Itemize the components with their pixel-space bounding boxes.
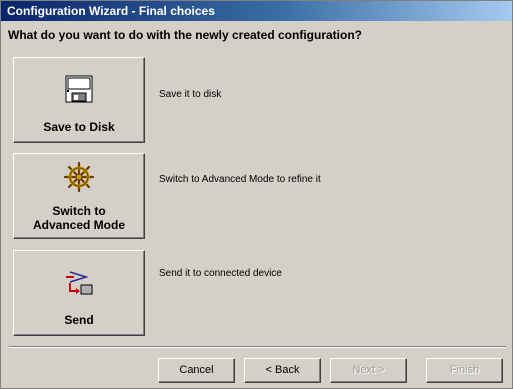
save-to-disk-button[interactable]: Save to Disk [13,57,145,143]
window-title: Configuration Wizard - Final choices [1,1,512,21]
send-label-text: Send [64,313,94,327]
cancel-button[interactable]: Cancel [158,358,235,383]
switch-advanced-mode-label-line2: Advanced Mode [32,218,125,232]
finish-button[interactable]: Finish [426,358,503,383]
floppy-disk-icon [64,74,94,109]
footer-separator [9,346,506,348]
switch-advanced-mode-description: Switch to Advanced Mode to refine it [159,174,321,185]
wizard-window: Configuration Wizard - Final choices Wha… [0,0,513,389]
switch-advanced-mode-button[interactable]: Switch to Advanced Mode [13,153,145,239]
switch-advanced-mode-label: Switch to Advanced Mode [14,204,144,232]
save-to-disk-label: Save to Disk [14,120,144,134]
send-label: Send [14,313,144,327]
send-button[interactable]: Send [13,250,145,336]
ship-wheel-icon [63,161,95,197]
back-button[interactable]: < Back [244,358,321,383]
save-to-disk-description: Save it to disk [159,89,222,100]
question-heading: What do you want to do with the newly cr… [8,28,362,42]
send-description: Send it to connected device [159,268,282,279]
next-button[interactable]: Next > [330,358,407,383]
save-to-disk-label-text: Save to Disk [43,120,115,134]
switch-advanced-mode-label-line1: Switch to [52,204,106,218]
send-to-device-icon [64,269,94,302]
